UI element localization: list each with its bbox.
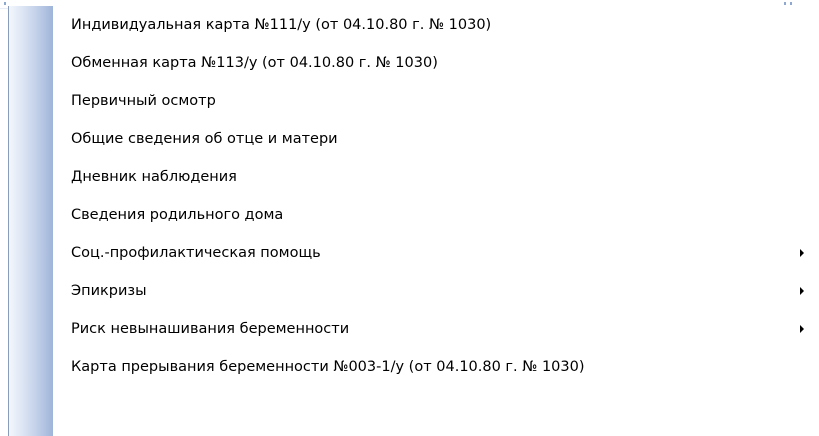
menu-item-label: Общие сведения об отце и матери [71, 131, 338, 147]
menu-item-label: Индивидуальная карта №111/у (от 04.10.80… [71, 17, 492, 33]
edge-mark [4, 2, 6, 5]
chevron-right-icon [800, 325, 804, 333]
menu-item-label: Первичный осмотр [71, 93, 216, 109]
menu-item-label: Эпикризы [71, 283, 147, 299]
menu-item-parents-info[interactable]: Общие сведения об отце и матери [9, 120, 819, 158]
menu-item-miscarriage-risk[interactable]: Риск невынашивания беременности [9, 310, 819, 348]
menu-item-label: Карта прерывания беременности №003-1/у (… [71, 359, 585, 375]
menu-item-label: Соц.-профилактическая помощь [71, 245, 321, 261]
menu-item-label: Обменная карта №113/у (от 04.10.80 г. № … [71, 55, 438, 71]
chevron-right-icon [800, 287, 804, 295]
menu-item-epicrises[interactable]: Эпикризы [9, 272, 819, 310]
edge-mark [784, 2, 786, 5]
menu-item-label: Риск невынашивания беременности [71, 321, 350, 337]
menu-item-label: Сведения родильного дома [71, 207, 284, 223]
menu-item-social-prevention[interactable]: Соц.-профилактическая помощь [9, 234, 819, 272]
context-menu: Индивидуальная карта №111/у (от 04.10.80… [8, 6, 819, 436]
menu-item-observation-diary[interactable]: Дневник наблюдения [9, 158, 819, 196]
menu-item-individual-card[interactable]: Индивидуальная карта №111/у (от 04.10.80… [9, 6, 819, 44]
edge-mark [790, 2, 792, 5]
menu-item-maternity-info[interactable]: Сведения родильного дома [9, 196, 819, 234]
menu-item-exchange-card[interactable]: Обменная карта №113/у (от 04.10.80 г. № … [9, 44, 819, 82]
menu-item-primary-exam[interactable]: Первичный осмотр [9, 82, 819, 120]
chevron-right-icon [800, 249, 804, 257]
menu-item-label: Дневник наблюдения [71, 169, 237, 185]
menu-item-termination-card[interactable]: Карта прерывания беременности №003-1/у (… [9, 348, 819, 386]
